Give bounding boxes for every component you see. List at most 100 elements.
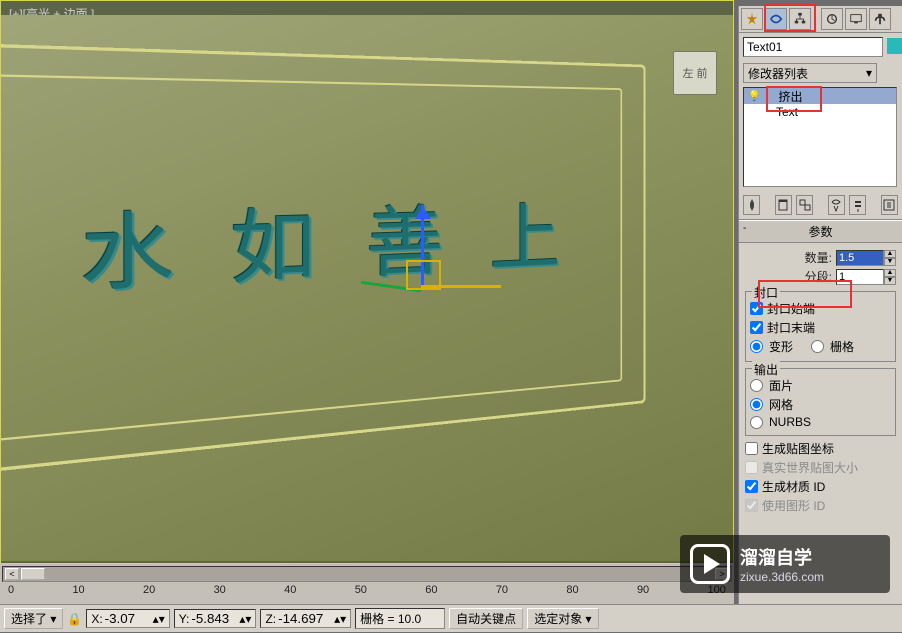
command-panel: 修改器列表 ▾ 💡 挤出 Text - 参数 数量: ▲▼ — [738, 6, 902, 604]
slider-left-icon[interactable]: < — [5, 568, 19, 580]
remove-modifier-button[interactable] — [828, 195, 845, 215]
gen-map-checkbox[interactable] — [745, 442, 758, 455]
segments-spinner[interactable]: ▲▼ — [836, 269, 896, 285]
stack-item-extrude[interactable]: 💡 挤出 — [744, 88, 896, 104]
use-shape-label: 使用图形 ID — [762, 497, 825, 514]
viewport-canvas[interactable]: 水 如 善 上 左 前 — [1, 15, 733, 561]
watermark: 溜溜自学 zixue.3d66.com — [680, 535, 890, 593]
time-ruler[interactable]: 0 10 20 30 40 50 60 70 80 90 100 — [0, 582, 734, 596]
cap-group-label: 封口 — [752, 284, 780, 301]
coord-z[interactable]: Z:▴▾ — [260, 609, 351, 628]
timeline: < > 0 10 20 30 40 50 60 70 80 90 100 — [0, 564, 734, 604]
time-slider-handle[interactable] — [21, 568, 45, 580]
stack-item-label: 挤出 — [778, 88, 802, 105]
real-world-label: 真实世界贴图大小 — [762, 459, 858, 476]
spin-up-icon[interactable]: ▲ — [884, 250, 896, 258]
stack-item-label: Text — [776, 105, 798, 119]
show-end-result-button[interactable] — [775, 195, 792, 215]
spin-down-icon[interactable]: ▼ — [884, 258, 896, 266]
morph-label: 变形 — [769, 338, 793, 355]
char-2: 如 — [230, 183, 316, 301]
gen-map-label: 生成贴图坐标 — [762, 440, 834, 457]
time-slider-track[interactable]: < > — [2, 566, 732, 582]
use-shape-checkbox — [745, 499, 758, 512]
pin-stack-button[interactable] — [743, 195, 760, 215]
tick-label: 30 — [214, 584, 226, 596]
object-color-swatch[interactable] — [887, 38, 902, 54]
cap-end-label: 封口末端 — [767, 319, 815, 336]
make-unique-button[interactable] — [796, 195, 813, 215]
selection-lock-icon[interactable]: 🔒 — [67, 612, 82, 626]
hierarchy-tab[interactable] — [789, 8, 811, 30]
coord-y[interactable]: Y:▴▾ — [174, 609, 257, 628]
rollout-header-params[interactable]: - 参数 — [739, 220, 902, 243]
cap-group: 封口 封口始端 封口末端 变形 栅格 — [745, 291, 896, 362]
tick-label: 0 — [8, 584, 14, 596]
coord-x-input[interactable] — [105, 611, 151, 626]
output-patch-label: 面片 — [769, 377, 793, 394]
coord-z-input[interactable] — [278, 611, 332, 626]
output-group-label: 输出 — [752, 361, 780, 378]
output-mesh-radio[interactable] — [750, 398, 763, 411]
amount-spinner[interactable]: ▲▼ — [836, 250, 896, 266]
view-cube[interactable]: 左 前 — [673, 51, 717, 95]
coord-x[interactable]: X:▴▾ — [86, 609, 169, 628]
viewport[interactable]: [+][高光 + 边面 ] 水 如 善 上 左 前 — [0, 0, 734, 564]
modifier-stack[interactable]: 💡 挤出 Text — [743, 87, 897, 187]
modify-tab[interactable] — [765, 8, 787, 30]
motion-tab[interactable] — [821, 8, 843, 30]
utilities-tab[interactable] — [869, 8, 891, 30]
watermark-title: 溜溜自学 — [740, 544, 824, 570]
visibility-toggle-icon[interactable]: 💡 — [748, 91, 760, 102]
grid-status: 栅格 = 10.0 — [355, 608, 445, 629]
create-tab[interactable] — [741, 8, 763, 30]
object-name-input[interactable] — [743, 37, 883, 57]
rollout-title-label: 参数 — [808, 225, 832, 239]
plaque-inner: 水 如 善 上 — [1, 74, 622, 442]
cap-start-checkbox[interactable] — [750, 302, 763, 315]
extruded-text[interactable]: 水 如 善 上 — [80, 179, 561, 308]
configure-sets-button[interactable] — [849, 195, 866, 215]
tick-label: 60 — [425, 584, 437, 596]
output-nurbs-radio[interactable] — [750, 416, 763, 429]
stack-more-button[interactable] — [881, 195, 898, 215]
char-4: 上 — [490, 179, 561, 286]
real-world-checkbox — [745, 461, 758, 474]
tick-label: 40 — [284, 584, 296, 596]
spin-down-icon[interactable]: ▼ — [884, 277, 896, 285]
cap-end-checkbox[interactable] — [750, 321, 763, 334]
gen-mat-label: 生成材质 ID — [762, 478, 825, 495]
status-bar: 选择了 ▾ 🔒 X:▴▾ Y:▴▾ Z:▴▾ 栅格 = 10.0 自动关键点 选… — [0, 604, 902, 632]
tick-label: 20 — [143, 584, 155, 596]
tick-label: 70 — [496, 584, 508, 596]
stack-item-text[interactable]: Text — [744, 104, 896, 120]
display-tab[interactable] — [845, 8, 867, 30]
spin-up-icon[interactable]: ▲ — [884, 269, 896, 277]
output-nurbs-label: NURBS — [769, 415, 811, 429]
plaque-outer: 水 如 善 上 — [1, 43, 646, 477]
grid-label: 栅格 — [830, 338, 854, 355]
segments-input[interactable] — [836, 269, 884, 285]
coord-y-input[interactable] — [191, 611, 237, 626]
char-1: 水 — [80, 185, 175, 309]
amount-label: 数量: — [805, 249, 832, 266]
stack-toolbar — [739, 191, 902, 220]
tick-label: 90 — [637, 584, 649, 596]
modifier-list-dropdown[interactable]: 修改器列表 ▾ — [743, 63, 877, 83]
char-3: 善 — [366, 181, 444, 293]
auto-key-button[interactable]: 自动关键点 — [449, 608, 523, 629]
morph-radio[interactable] — [750, 340, 763, 353]
tick-label: 80 — [566, 584, 578, 596]
collapse-icon: - — [743, 223, 746, 234]
selected-object-button[interactable]: 选定对象 ▾ — [527, 608, 598, 629]
selection-status[interactable]: 选择了 ▾ — [4, 608, 63, 629]
play-icon — [690, 544, 730, 584]
grid-radio[interactable] — [811, 340, 824, 353]
output-group: 输出 面片 网格 NURBS — [745, 368, 896, 436]
output-patch-radio[interactable] — [750, 379, 763, 392]
rollout-params-body: 数量: ▲▼ 分段: ▲▼ 封口 封口始端 封口末端 变形 栅格 输出 面片 — [739, 243, 902, 520]
output-mesh-label: 网格 — [769, 396, 793, 413]
gen-mat-checkbox[interactable] — [745, 480, 758, 493]
modifier-list-label: 修改器列表 — [748, 65, 808, 82]
amount-input[interactable] — [836, 250, 884, 266]
